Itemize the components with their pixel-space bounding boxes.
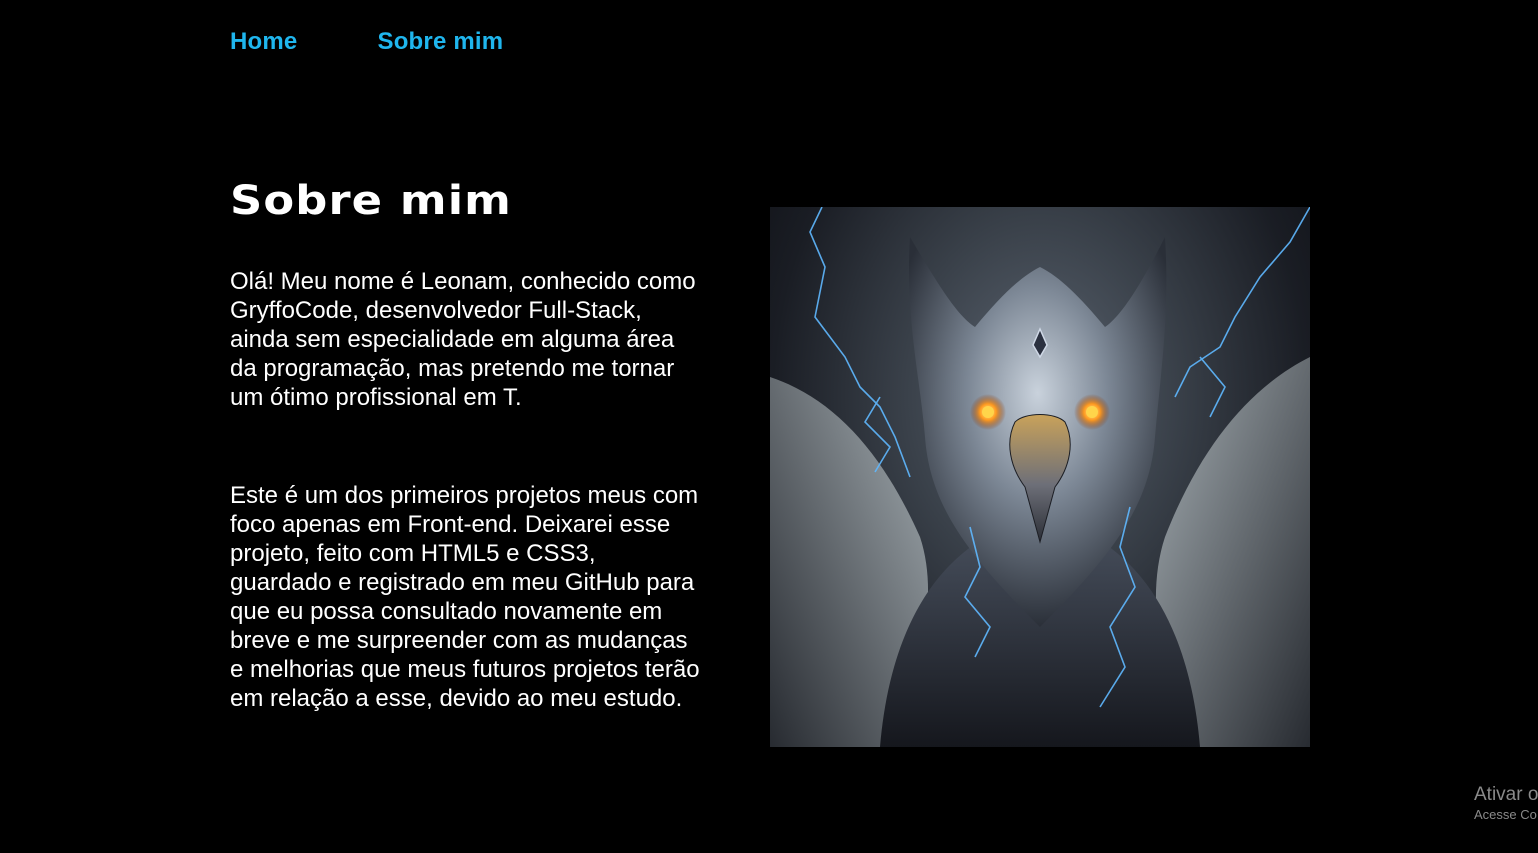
watermark-line-1: Ativar o [1474, 784, 1538, 805]
nav-link-sobre-mim[interactable]: Sobre mim [377, 28, 503, 56]
activation-watermark: Ativar o Acesse Co [1474, 784, 1538, 824]
gryphon-icon [770, 207, 1310, 747]
top-nav: Home Sobre mim [230, 28, 503, 56]
about-paragraph-project: Este é um dos primeiros projetos meus co… [230, 482, 700, 712]
gryphon-image [770, 207, 1310, 747]
page: Home Sobre mim Sobre mim Olá! Meu nome é… [0, 0, 1538, 853]
about-paragraph-intro: Olá! Meu nome é Leonam, conhecido como G… [230, 268, 696, 411]
nav-link-home[interactable]: Home [230, 28, 297, 56]
watermark-line-2: Acesse Co [1474, 807, 1537, 822]
page-title: Sobre mim [230, 178, 512, 224]
